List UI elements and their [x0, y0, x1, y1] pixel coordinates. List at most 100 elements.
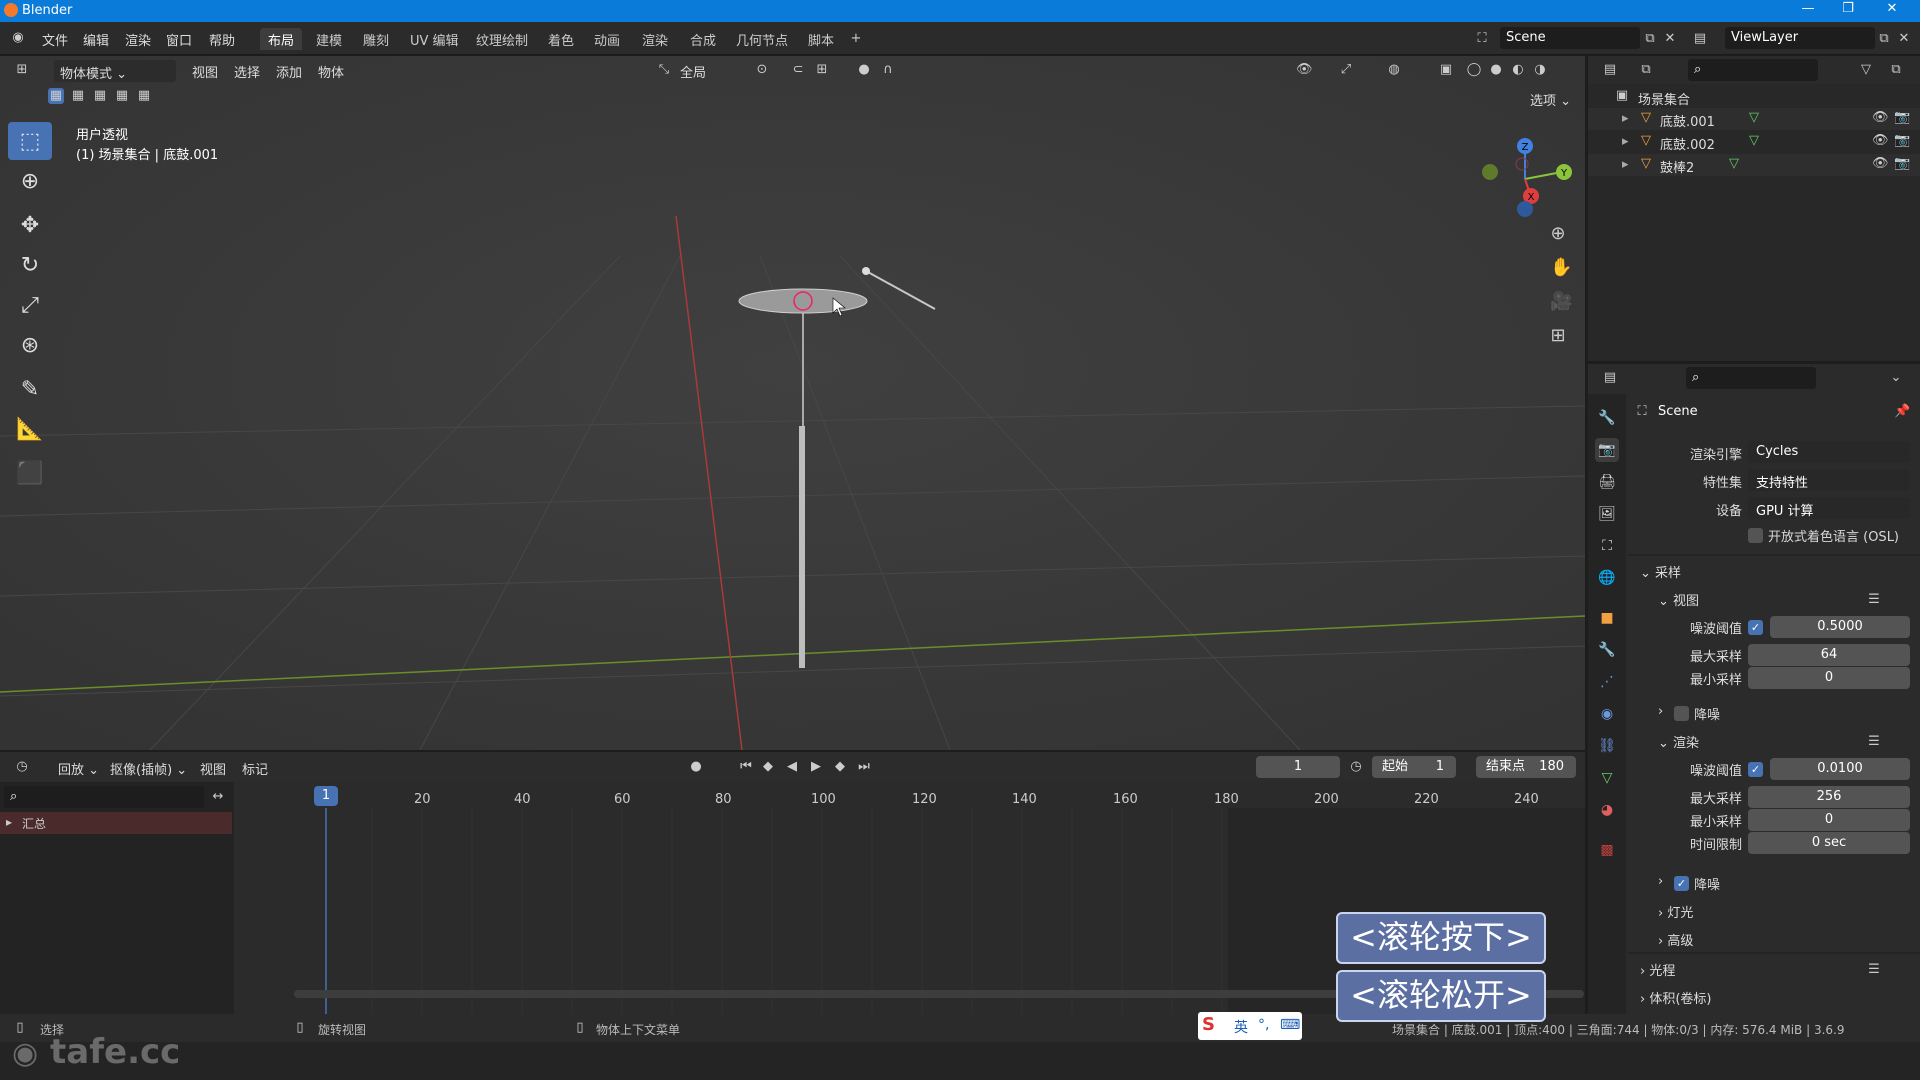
properties-editor-icon[interactable]: ▤: [1602, 370, 1618, 386]
sampling-panel[interactable]: ⌄ 采样: [1640, 562, 1681, 581]
mesh-data-icon[interactable]: ▽: [1746, 133, 1762, 149]
tab-modeling[interactable]: 建模: [308, 28, 350, 50]
tab-compositing[interactable]: 合成: [682, 28, 724, 50]
viewlayer-icon[interactable]: ▤: [1692, 31, 1708, 47]
volumes-panel[interactable]: › 体积(卷标): [1640, 988, 1712, 1007]
pan-icon[interactable]: ✋: [1550, 259, 1572, 277]
scene-icon[interactable]: ⛶: [1474, 31, 1490, 47]
tab-animation[interactable]: 动画: [586, 28, 628, 50]
new-viewlayer-icon[interactable]: ⧉: [1876, 31, 1892, 47]
pivot-icon[interactable]: ⊙: [754, 62, 770, 78]
denoise-checkbox[interactable]: [1674, 706, 1689, 721]
gizmo-icon[interactable]: ⤢: [1338, 62, 1354, 78]
vp-noise-field[interactable]: 0.5000: [1770, 616, 1910, 638]
scene-tab-icon[interactable]: ⛶: [1595, 534, 1619, 558]
device-dropdown[interactable]: GPU 计算: [1748, 497, 1910, 519]
preset-list-icon[interactable]: ☰: [1866, 962, 1882, 978]
restore-button[interactable]: ❐: [1828, 1, 1868, 21]
snap-target-icon[interactable]: ⊞: [814, 62, 830, 78]
playback-menu[interactable]: 回放 ⌄: [58, 759, 99, 778]
mode-selector[interactable]: 物体模式 ⌄: [54, 60, 176, 82]
vp-max-field[interactable]: 64: [1748, 644, 1910, 666]
end-frame-field[interactable]: 结束点 180: [1476, 756, 1576, 778]
time-limit-field[interactable]: 0 sec: [1748, 832, 1910, 854]
view-layer-tab-icon[interactable]: 🖼: [1595, 502, 1619, 526]
r-noise-field[interactable]: 0.0100: [1770, 758, 1910, 780]
snap-icon[interactable]: ⊂: [790, 62, 806, 78]
preview-range-icon[interactable]: ◷: [1348, 759, 1364, 775]
camera-icon[interactable]: 📷: [1894, 156, 1910, 172]
summary-channel[interactable]: ▸ 汇总: [0, 812, 232, 834]
tab-geometry-nodes[interactable]: 几何节点: [728, 28, 796, 50]
blender-menu-icon[interactable]: ◉: [10, 30, 26, 46]
light-paths-panel[interactable]: › 光程: [1640, 960, 1675, 979]
outliner-search[interactable]: ⌕: [1688, 59, 1818, 81]
proportional-edit-icon[interactable]: ●: [856, 62, 872, 78]
tab-scripting[interactable]: 脚本: [800, 28, 842, 50]
mesh-data-icon[interactable]: ▽: [1726, 156, 1742, 172]
ortho-toggle-icon[interactable]: ⊞: [1550, 327, 1566, 345]
menu-window[interactable]: 窗口: [166, 30, 192, 49]
jump-end-icon[interactable]: ⏭: [856, 759, 872, 775]
eye-icon[interactable]: 👁: [1872, 133, 1889, 149]
jump-next-key-icon[interactable]: ◆: [832, 759, 848, 775]
object-tab-icon[interactable]: ■: [1595, 606, 1619, 630]
tool-tab-icon[interactable]: 🔧: [1595, 406, 1619, 430]
solid-shading-icon[interactable]: ●: [1488, 62, 1504, 78]
playhead-badge[interactable]: 1: [314, 786, 338, 806]
camera-icon[interactable]: 📷: [1894, 133, 1910, 149]
xray-icon[interactable]: ▣: [1438, 62, 1454, 78]
denoise2-subpanel[interactable]: ›: [1658, 874, 1663, 889]
cursor-tool[interactable]: ⊕: [8, 162, 52, 200]
tab-texture-paint[interactable]: 纹理绘制: [468, 28, 536, 50]
marker-menu[interactable]: 标记: [242, 759, 268, 778]
world-tab-icon[interactable]: 🌐: [1595, 566, 1619, 590]
menu-file[interactable]: 文件: [42, 30, 68, 49]
tab-uv-editing[interactable]: UV 编辑: [402, 28, 467, 50]
jump-prev-key-icon[interactable]: ◆: [760, 759, 776, 775]
falloff-icon[interactable]: ∩: [880, 62, 896, 78]
scale-tool[interactable]: ⤢: [8, 286, 52, 324]
properties-search[interactable]: ⌕: [1686, 367, 1816, 389]
material-shading-icon[interactable]: ◐: [1510, 62, 1526, 78]
mesh-data-icon[interactable]: ▽: [1746, 110, 1762, 126]
measure-tool[interactable]: 📐: [8, 410, 52, 448]
expand-arrow-icon[interactable]: ▸: [1622, 134, 1629, 149]
display-mode-icon[interactable]: ⧉: [1638, 62, 1654, 78]
outliner-editor-icon[interactable]: ▤: [1602, 62, 1618, 78]
menu-render[interactable]: 渲染: [125, 30, 151, 49]
select-subtract-icon[interactable]: ▦: [92, 88, 108, 104]
r-min-field[interactable]: 0: [1748, 809, 1910, 831]
material-tab-icon[interactable]: ◕: [1595, 798, 1619, 822]
rendered-shading-icon[interactable]: ◑: [1532, 62, 1548, 78]
ime-language[interactable]: 英: [1234, 1017, 1248, 1037]
feature-set-dropdown[interactable]: 支持特性: [1748, 469, 1910, 491]
camera-icon[interactable]: 📷: [1894, 110, 1910, 126]
outliner-item[interactable]: ▸ ▽ 底鼓.001 ▽ 👁 📷: [1588, 108, 1920, 130]
menu-edit[interactable]: 编辑: [83, 30, 109, 49]
select-invert-icon[interactable]: ▦: [114, 88, 130, 104]
expand-arrow-icon[interactable]: ▸: [1622, 111, 1629, 126]
particles-tab-icon[interactable]: ⋰: [1595, 670, 1619, 694]
keyboard-icon[interactable]: ⌨: [1280, 1017, 1300, 1033]
outliner-item[interactable]: ▸ ▽ 鼓棒2 ▽ 👁 📷: [1588, 154, 1920, 176]
viewport-menu-view[interactable]: 视图: [192, 62, 218, 81]
timeline-editor-icon[interactable]: ◷: [14, 759, 30, 775]
new-scene-icon[interactable]: ⧉: [1642, 31, 1658, 47]
pin-icon[interactable]: 📌: [1894, 404, 1910, 420]
play-reverse-icon[interactable]: ◀: [784, 759, 800, 775]
transform-orientation-icon[interactable]: ⤡: [656, 62, 672, 78]
scene-selector[interactable]: Scene: [1500, 27, 1640, 49]
modifier-tab-icon[interactable]: 🔧: [1595, 638, 1619, 662]
vp-noise-checkbox[interactable]: ✓: [1748, 620, 1763, 635]
render-tab-icon[interactable]: 📷: [1595, 438, 1619, 462]
new-collection-icon[interactable]: ⧉: [1888, 62, 1904, 78]
data-tab-icon[interactable]: ▽: [1595, 766, 1619, 790]
add-cube-tool[interactable]: ⬛: [8, 454, 52, 492]
delete-scene-icon[interactable]: ✕: [1662, 31, 1678, 47]
preset-list-icon[interactable]: ☰: [1866, 734, 1882, 750]
swap-icon[interactable]: ↔: [210, 789, 226, 805]
eye-icon[interactable]: 👁: [1872, 156, 1889, 172]
tab-rendering[interactable]: 渲染: [634, 28, 676, 50]
render-engine-dropdown[interactable]: Cycles: [1748, 441, 1910, 463]
